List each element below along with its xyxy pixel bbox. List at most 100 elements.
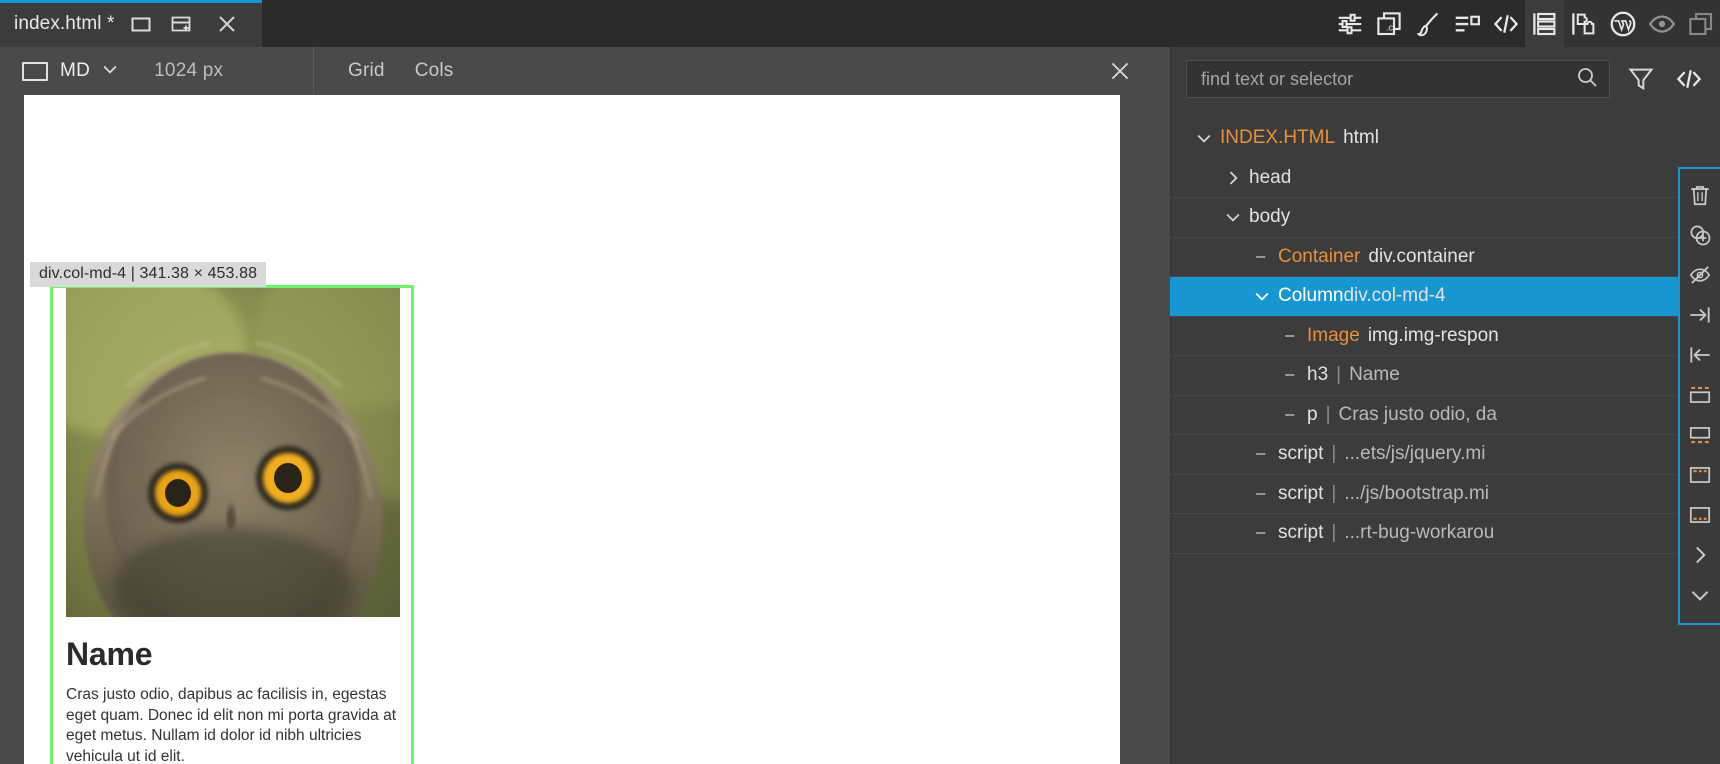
tree-node-tag: head xyxy=(1249,166,1292,188)
selection-badge: div.col-md-4 | 341.38 × 453.88 xyxy=(30,262,267,287)
inspector-panel: INDEX.HTML html head body Container div.conta… xyxy=(1170,47,1720,764)
filter-tag-icon[interactable] xyxy=(1624,65,1658,93)
work-area: MD 1024 px Grid Cols Name Cras justo odi… xyxy=(0,47,1720,764)
page-preview-frame[interactable]: Name Cras justo odio, dapibus ac facilis… xyxy=(24,95,1120,764)
tree-node-tag: h3 xyxy=(1307,364,1329,386)
tree-row[interactable]: Container div.container xyxy=(1170,238,1720,277)
dash-icon[interactable] xyxy=(1275,326,1307,346)
wordpress-icon[interactable] xyxy=(1603,0,1642,47)
canvas-toolbar: MD 1024 px Grid Cols xyxy=(0,47,1170,95)
tree-node-tag: html xyxy=(1343,127,1379,149)
tree-row[interactable]: body xyxy=(1170,198,1720,238)
margin-top-icon[interactable] xyxy=(1680,375,1720,415)
svg-text:.c: .c xyxy=(1386,22,1394,32)
tree-node-tag: script xyxy=(1278,522,1324,544)
dom-tree: INDEX.HTML html head body Container div.conta… xyxy=(1170,111,1720,554)
chevron-right-icon[interactable] xyxy=(1217,168,1249,188)
tree-row[interactable]: INDEX.HTML html xyxy=(1170,119,1720,159)
layers-icon[interactable] xyxy=(1525,0,1564,47)
search-box[interactable] xyxy=(1186,60,1610,98)
delete-icon[interactable] xyxy=(1680,175,1720,215)
tree-node-text: ...ets/js/jquery.mi xyxy=(1344,443,1486,465)
chevron-down-icon[interactable] xyxy=(100,59,120,84)
grid-tools: Grid Cols xyxy=(314,47,454,95)
code-brackets-icon[interactable] xyxy=(1672,64,1706,94)
tree-row[interactable]: Image img.img-respon xyxy=(1170,317,1720,356)
tree-row[interactable]: head xyxy=(1170,159,1720,198)
document-tab[interactable]: index.html * xyxy=(0,0,262,47)
search-icon[interactable] xyxy=(1575,65,1599,94)
top-toolbar-group xyxy=(1525,0,1720,47)
dash-icon[interactable] xyxy=(1246,247,1278,267)
dash-icon[interactable] xyxy=(1275,405,1307,425)
canvas-column: MD 1024 px Grid Cols Name Cras justo odi… xyxy=(0,47,1170,764)
tree-node-name: Container xyxy=(1278,245,1361,267)
chevron-down-icon[interactable] xyxy=(1188,128,1220,148)
tree-node-text: ...rt-bug-workarou xyxy=(1344,522,1495,544)
canvas-close-icon[interactable] xyxy=(1106,57,1134,85)
eye-icon[interactable] xyxy=(1642,0,1681,47)
chevron-down-icon[interactable] xyxy=(1246,286,1278,306)
chevron-right-icon[interactable] xyxy=(1680,535,1720,575)
close-icon[interactable] xyxy=(212,9,242,39)
top-toolbar: .c xyxy=(1330,0,1720,47)
copy-icon[interactable] xyxy=(1681,0,1720,47)
app-root: index.html * .c MD 1024 px Grid Cols Nam… xyxy=(0,0,1720,764)
tree-row[interactable]: script | ...ets/js/jquery.mi xyxy=(1170,435,1720,475)
selection-outline xyxy=(50,285,414,764)
top-bar: index.html * .c xyxy=(0,0,1720,47)
dash-icon[interactable] xyxy=(1246,523,1278,543)
tree-node-tag: p xyxy=(1307,403,1318,425)
outdent-left-icon[interactable] xyxy=(1680,335,1720,375)
css-file-icon[interactable]: .c xyxy=(1369,0,1408,47)
add-node-icon[interactable] xyxy=(1680,215,1720,255)
tree-row[interactable]: h3 | Name xyxy=(1170,356,1720,396)
viewport-width-label: 1024 px xyxy=(154,60,224,81)
tree-row[interactable]: script | ...rt-bug-workarou xyxy=(1170,514,1720,554)
breakpoint-selector[interactable]: MD 1024 px xyxy=(0,47,314,95)
tree-row[interactable]: script | .../js/bootstrap.mi xyxy=(1170,475,1720,514)
tree-node-text: .../js/bootstrap.mi xyxy=(1344,482,1490,504)
document-tab-title: index.html * xyxy=(14,12,115,34)
search-input[interactable] xyxy=(1201,68,1575,90)
top-bar-spacer xyxy=(262,0,1330,47)
tree-node-tag: script xyxy=(1278,443,1324,465)
tree-row[interactable]: p | Cras justo odio, da xyxy=(1170,396,1720,435)
tree-node-separator: | xyxy=(1336,364,1342,386)
text-align-icon[interactable] xyxy=(1447,0,1486,47)
tree-node-text: Name xyxy=(1349,364,1400,386)
code-icon[interactable] xyxy=(1486,0,1525,47)
tree-node-separator: | xyxy=(1325,403,1331,425)
inspector-search-row xyxy=(1170,47,1720,111)
hide-element-icon[interactable] xyxy=(1680,255,1720,295)
tree-node-name: Column xyxy=(1278,285,1344,307)
sliders-icon[interactable] xyxy=(1330,0,1369,47)
window-icon[interactable] xyxy=(128,11,154,37)
tree-node-tag: div.col-md-4 xyxy=(1343,285,1446,307)
tree-node-separator: | xyxy=(1331,522,1337,544)
dash-icon[interactable] xyxy=(1246,444,1278,464)
indent-right-icon[interactable] xyxy=(1680,295,1720,335)
tree-node-tag: body xyxy=(1249,206,1291,228)
tree-node-separator: | xyxy=(1331,482,1337,504)
breakpoint-label: MD xyxy=(60,60,91,81)
chevron-down-icon[interactable] xyxy=(1217,207,1249,227)
chevron-down-icon[interactable] xyxy=(1680,575,1720,615)
padding-top-icon[interactable] xyxy=(1680,455,1720,495)
cols-toggle-button[interactable]: Cols xyxy=(415,60,454,82)
tree-node-tag: img.img-respon xyxy=(1367,324,1499,346)
dash-icon[interactable] xyxy=(1246,484,1278,504)
canvas-stage: Name Cras justo odio, dapibus ac facilis… xyxy=(0,95,1170,764)
dash-icon[interactable] xyxy=(1275,365,1307,385)
tree-node-name: Image xyxy=(1307,324,1360,346)
brush-icon[interactable] xyxy=(1408,0,1447,47)
margin-bottom-icon[interactable] xyxy=(1680,415,1720,455)
new-window-icon[interactable] xyxy=(168,11,194,37)
grid-toggle-button[interactable]: Grid xyxy=(348,60,385,82)
tree-row[interactable]: Column div.col-md-4 xyxy=(1170,277,1720,317)
tree-node-text: Cras justo odio, da xyxy=(1338,403,1497,425)
padding-bottom-icon[interactable] xyxy=(1680,495,1720,535)
puzzle-icon[interactable] xyxy=(1564,0,1603,47)
element-action-strip xyxy=(1678,167,1720,625)
viewport-icon xyxy=(22,61,48,81)
